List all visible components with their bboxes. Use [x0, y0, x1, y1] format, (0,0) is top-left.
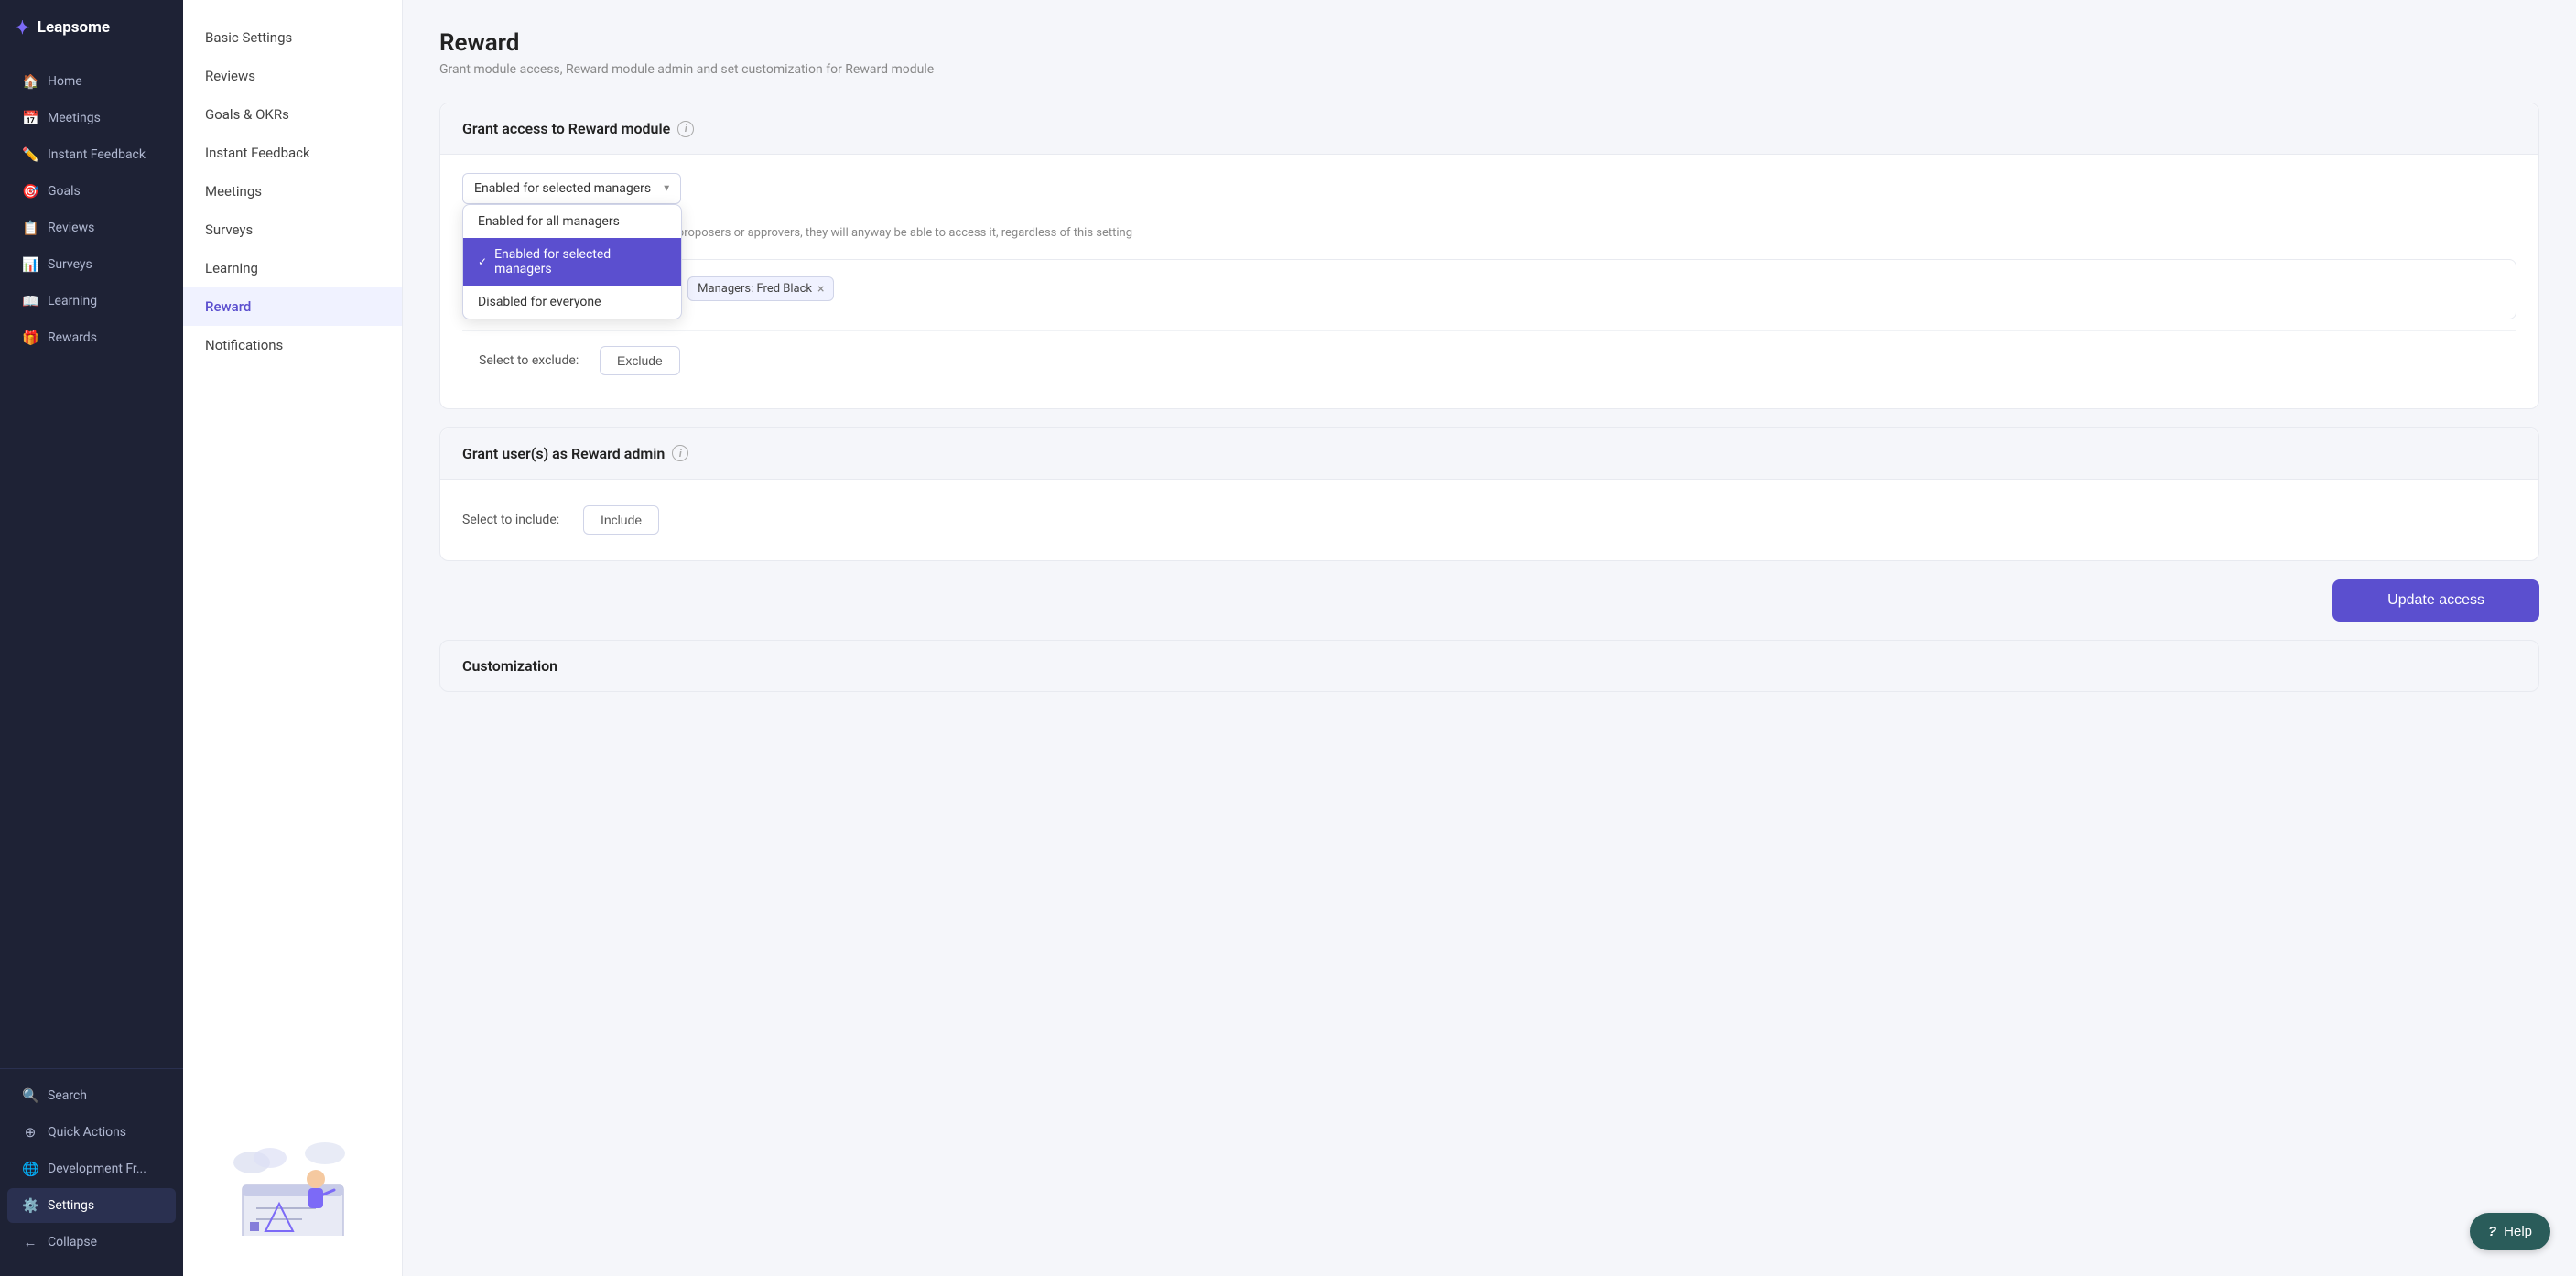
- grant-admin-info-icon: i: [672, 445, 688, 461]
- sidebar-item-meetings[interactable]: 📅 Meetings: [7, 101, 176, 135]
- sidebar-item-development-label: Development Fr...: [48, 1162, 146, 1176]
- sidebar-item-quick-actions[interactable]: ⊕ Quick Actions: [7, 1115, 176, 1150]
- instant-feedback-icon: ✏️: [22, 146, 38, 163]
- settings-illustration: [224, 1135, 362, 1236]
- settings-menu-item-goals[interactable]: Goals & OKRs: [183, 95, 402, 134]
- search-icon: 🔍: [22, 1087, 38, 1104]
- manager-tag: Managers: Fred Black ×: [687, 276, 834, 301]
- manager-tag-label: Managers: Fred Black: [698, 282, 812, 296]
- dropdown-option-selected-managers-label: Enabled for selected managers: [494, 247, 666, 276]
- grant-access-info-icon: i: [677, 121, 694, 137]
- learning-icon: 📖: [22, 293, 38, 309]
- settings-menu-item-basic[interactable]: Basic Settings: [183, 18, 402, 57]
- settings-menu-item-reward[interactable]: Reward: [183, 287, 402, 326]
- access-dropdown-menu: Enabled for all managers ✓ Enabled for s…: [462, 204, 682, 319]
- main-content: Reward Grant module access, Reward modul…: [403, 0, 2576, 1276]
- goals-icon: 🎯: [22, 183, 38, 200]
- sidebar-item-settings-label: Settings: [48, 1198, 94, 1213]
- customization-card: Customization: [439, 640, 2539, 692]
- settings-menu-item-instant-feedback[interactable]: Instant Feedback: [183, 134, 402, 172]
- page-title: Reward: [439, 29, 2539, 57]
- page-subtitle: Grant module access, Reward module admin…: [439, 62, 2539, 77]
- admin-include-row-label: Select to include:: [462, 513, 572, 527]
- access-hint-text: If managers will be included in cycles a…: [462, 224, 2516, 243]
- sidebar-item-rewards[interactable]: 🎁 Rewards: [7, 320, 176, 355]
- sidebar-item-reviews-label: Reviews: [48, 221, 94, 235]
- sidebar-item-reviews[interactable]: 📋 Reviews: [7, 211, 176, 245]
- sidebar-bottom: 🔍 Search ⊕ Quick Actions 🌐 Development F…: [0, 1068, 183, 1276]
- update-access-button[interactable]: Update access: [2332, 579, 2539, 622]
- sidebar-item-home[interactable]: 🏠 Home: [7, 64, 176, 99]
- reviews-icon: 📋: [22, 220, 38, 236]
- sidebar-item-meetings-label: Meetings: [48, 111, 101, 125]
- sidebar-item-collapse[interactable]: ← Collapse: [7, 1225, 176, 1260]
- sidebar-item-goals-label: Goals: [48, 184, 81, 199]
- sidebar-item-instant-feedback-label: Instant Feedback: [48, 147, 146, 162]
- development-icon: 🌐: [22, 1161, 38, 1177]
- sidebar-item-learning[interactable]: 📖 Learning: [7, 284, 176, 319]
- sidebar-item-settings[interactable]: ⚙️ Settings: [7, 1188, 176, 1223]
- dropdown-option-all-managers-label: Enabled for all managers: [478, 214, 620, 229]
- admin-include-button[interactable]: Include: [583, 505, 659, 535]
- sidebar-item-instant-feedback[interactable]: ✏️ Instant Feedback: [7, 137, 176, 172]
- sidebar-item-collapse-label: Collapse: [48, 1235, 97, 1249]
- sidebar-item-surveys-label: Surveys: [48, 257, 92, 272]
- access-dropdown-selected: Enabled for selected managers: [474, 181, 651, 196]
- dropdown-option-selected-managers[interactable]: ✓ Enabled for selected managers: [463, 238, 681, 286]
- checkmark-icon: ✓: [478, 255, 487, 268]
- sidebar-item-rewards-label: Rewards: [48, 330, 97, 345]
- sidebar-item-search[interactable]: 🔍 Search: [7, 1078, 176, 1113]
- grant-access-card: Grant access to Reward module i Enabled …: [439, 103, 2539, 409]
- main-nav: 🏠 Home 📅 Meetings ✏️ Instant Feedback 🎯 …: [0, 55, 183, 1068]
- grant-admin-title: Grant user(s) as Reward admin: [462, 445, 665, 462]
- home-icon: 🏠: [22, 73, 38, 90]
- settings-icon: ⚙️: [22, 1197, 38, 1214]
- customization-title: Customization: [462, 657, 557, 675]
- sidebar-item-home-label: Home: [48, 74, 82, 89]
- illustration-container: [201, 1135, 384, 1239]
- settings-menu-item-notifications[interactable]: Notifications: [183, 326, 402, 364]
- surveys-icon: 📊: [22, 256, 38, 273]
- exclude-button[interactable]: Exclude: [600, 346, 680, 375]
- grant-admin-body: Select to include: Include: [440, 480, 2538, 560]
- settings-menu-item-reviews[interactable]: Reviews: [183, 57, 402, 95]
- settings-menu: Basic Settings Reviews Goals & OKRs Inst…: [183, 0, 403, 1276]
- help-label: Help: [2504, 1224, 2532, 1239]
- quick-actions-icon: ⊕: [22, 1124, 38, 1141]
- grant-access-body: Enabled for selected managers Enabled fo…: [440, 155, 2538, 408]
- grant-access-header: Grant access to Reward module i: [440, 103, 2538, 155]
- settings-menu-item-learning[interactable]: Learning: [183, 249, 402, 287]
- meetings-icon: 📅: [22, 110, 38, 126]
- help-button[interactable]: ? Help: [2470, 1213, 2550, 1250]
- sidebar-item-learning-label: Learning: [48, 294, 97, 308]
- logo-icon: ✦: [15, 16, 30, 38]
- tag-close-icon[interactable]: ×: [817, 283, 824, 296]
- sidebar-item-search-label: Search: [48, 1088, 87, 1103]
- dropdown-option-disabled[interactable]: Disabled for everyone: [463, 286, 681, 319]
- settings-menu-item-surveys[interactable]: Surveys: [183, 211, 402, 249]
- grant-access-title: Grant access to Reward module: [462, 120, 670, 137]
- exclude-row-label: Select to exclude:: [479, 353, 589, 368]
- dropdown-option-all-managers[interactable]: Enabled for all managers: [463, 205, 681, 238]
- sidebar-item-goals[interactable]: 🎯 Goals: [7, 174, 176, 209]
- rewards-icon: 🎁: [22, 330, 38, 346]
- exclude-row: Select to exclude: Exclude: [462, 330, 2516, 390]
- sidebar-item-development[interactable]: 🌐 Development Fr...: [7, 1152, 176, 1186]
- admin-include-row: Select to include: Include: [462, 498, 2516, 542]
- include-row: Select to include: Include Managers: Fre…: [462, 259, 2516, 319]
- grant-admin-card: Grant user(s) as Reward admin i Select t…: [439, 427, 2539, 561]
- access-dropdown-container: Enabled for selected managers Enabled fo…: [462, 173, 681, 204]
- sidebar: ✦ Leapsome 🏠 Home 📅 Meetings ✏️ Instant …: [0, 0, 183, 1276]
- dropdown-option-disabled-label: Disabled for everyone: [478, 295, 601, 309]
- sidebar-item-surveys[interactable]: 📊 Surveys: [7, 247, 176, 282]
- update-btn-container: Update access: [439, 579, 2539, 622]
- help-icon: ?: [2488, 1224, 2496, 1239]
- collapse-icon: ←: [22, 1234, 38, 1250]
- sidebar-item-quick-actions-label: Quick Actions: [48, 1125, 126, 1140]
- app-logo: ✦ Leapsome: [0, 0, 183, 55]
- grant-admin-header: Grant user(s) as Reward admin i: [440, 428, 2538, 480]
- settings-menu-item-meetings[interactable]: Meetings: [183, 172, 402, 211]
- access-dropdown-trigger[interactable]: Enabled for selected managers: [462, 173, 681, 204]
- app-name: Leapsome: [38, 18, 110, 37]
